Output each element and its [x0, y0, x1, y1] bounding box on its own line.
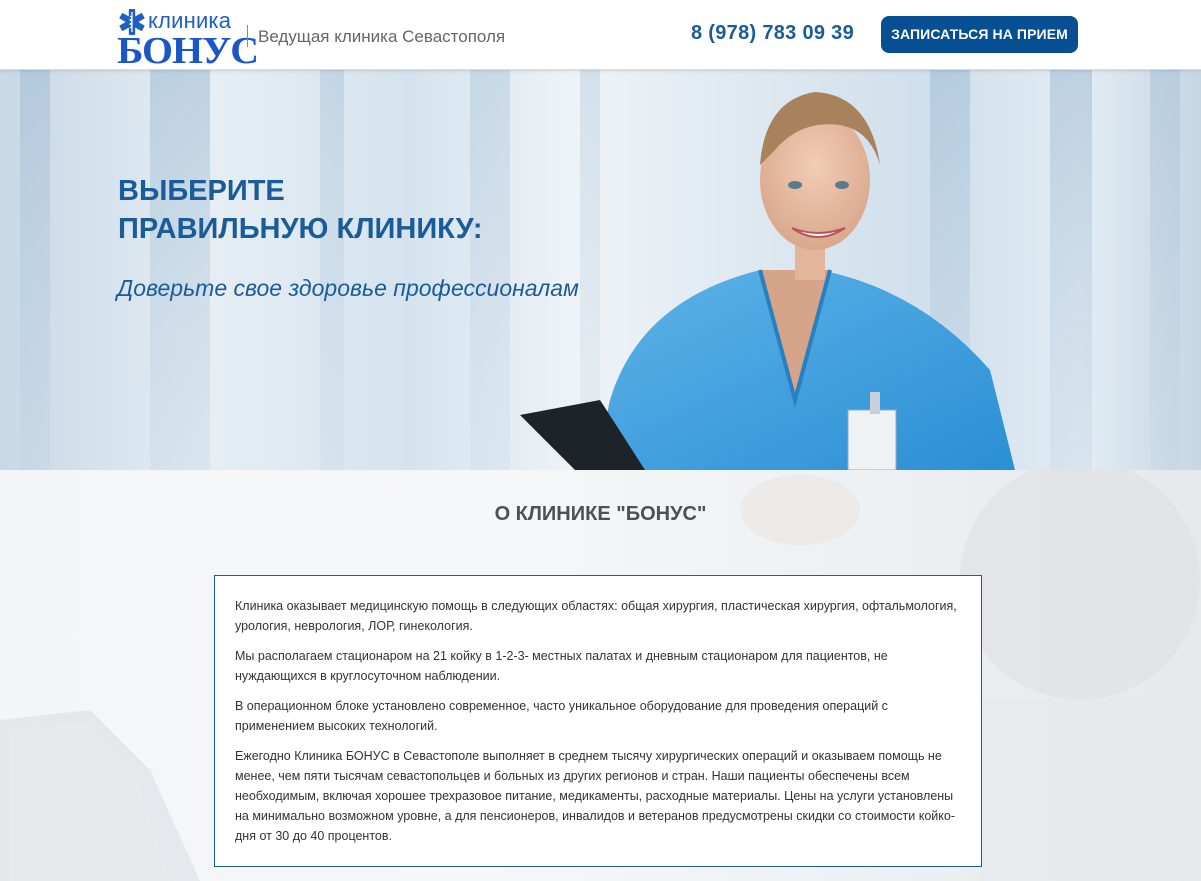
about-paragraph: Клиника оказывает медицинскую помощь в с…: [235, 599, 957, 633]
about-text-box: Клиника оказывает медицинскую помощь в с…: [214, 575, 982, 867]
hero-banner: ВЫБЕРИТЕ ПРАВИЛЬНУЮ КЛИНИКУ: Доверьте св…: [0, 70, 1201, 470]
site-header: клиника БОНУС Ведущая клиника Севастопол…: [0, 0, 1201, 70]
about-title: О КЛИНИКЕ "БОНУС": [494, 503, 707, 525]
clinic-logo[interactable]: клиника БОНУС: [117, 7, 259, 70]
phone-number[interactable]: 8 (978) 783 09 39: [691, 22, 854, 45]
header-divider: [247, 25, 248, 47]
about-paragraph: Ежегодно Клиника БОНУС в Севастополе вып…: [235, 749, 955, 843]
about-paragraph: Мы располагаем стационаром на 21 койку в…: [235, 649, 888, 683]
hero-background-image: [20, 70, 1180, 470]
hero-title-line1: ВЫБЕРИТЕ: [118, 175, 285, 207]
hero-title-line2: ПРАВИЛЬНУЮ КЛИНИКУ:: [118, 213, 483, 245]
hero-subtitle: Доверьте свое здоровье профессионалам: [117, 275, 579, 301]
header-tagline: Ведущая клиника Севастополя: [258, 27, 506, 46]
hero-title: ВЫБЕРИТЕ ПРАВИЛЬНУЮ КЛИНИКУ:: [118, 172, 483, 248]
about-section: О КЛИНИКЕ "БОНУС" Клиника оказывает меди…: [0, 470, 1201, 881]
about-paragraph: В операционном блоке установлено совреме…: [235, 699, 888, 733]
logo-text-big: БОНУС: [117, 30, 259, 72]
appointment-button[interactable]: ЗАПИСАТЬСЯ НА ПРИЕМ: [881, 16, 1078, 53]
